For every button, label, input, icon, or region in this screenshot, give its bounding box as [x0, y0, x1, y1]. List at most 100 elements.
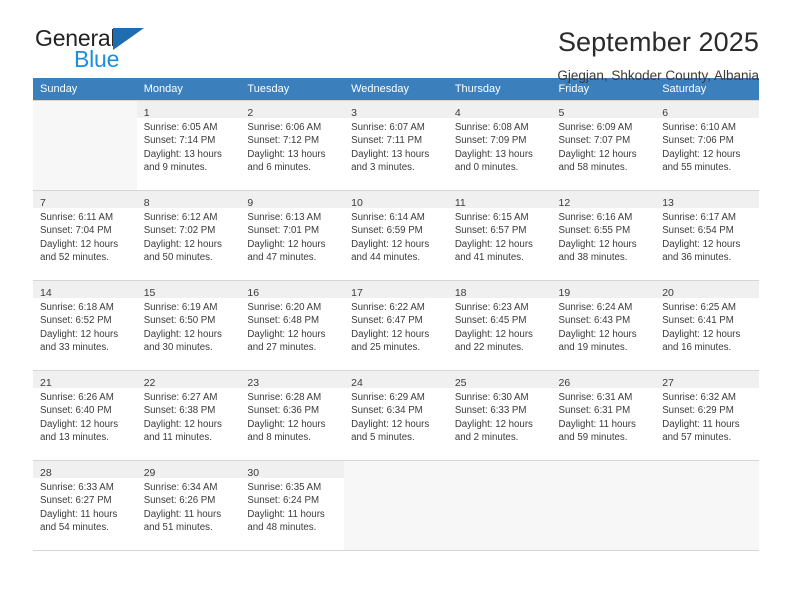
calendar-day-cell[interactable]: 20 Sunrise: 6:25 AM Sunset: 6:41 PM Dayligh… — [655, 280, 759, 371]
day-detail-list: Sunrise: 6:09 AM Sunset: 7:07 PM Daylight:… — [552, 118, 656, 175]
daylight-text-line1: Daylight: 12 hours — [454, 418, 533, 430]
daylight-text-line2: and 25 minutes. — [351, 342, 421, 354]
daylight-text-line2: and 19 minutes. — [558, 342, 628, 354]
day-number-bar: 15 — [136, 281, 241, 299]
calendar-day-cell[interactable]: 8 Sunrise: 6:12 AM Sunset: 7:02 PM Daylight… — [136, 190, 241, 281]
calendar-day-cell[interactable]: 21 Sunrise: 6:26 AM Sunset: 6:40 PM Dayligh… — [33, 370, 137, 461]
calendar-day-cell[interactable]: 7 Sunrise: 6:11 AM Sunset: 7:04 PM Daylight… — [33, 190, 137, 281]
calendar-body: 1 Sunrise: 6:05 AM Sunset: 7:14 PM Daylight… — [33, 100, 759, 551]
calendar-page: General Blue September 2025 Gjegjan, Shk… — [0, 0, 792, 612]
calendar-day-cell — [655, 460, 759, 551]
calendar-day-cell[interactable]: 27 Sunrise: 6:32 AM Sunset: 6:29 PM Dayligh… — [655, 370, 759, 461]
day-cell-blank — [447, 461, 552, 550]
daylight-text-line2: and 41 minutes. — [454, 252, 524, 264]
calendar-day-cell[interactable]: 6 Sunrise: 6:10 AM Sunset: 7:06 PM Daylight… — [655, 100, 759, 191]
calendar-day-cell[interactable]: 17 Sunrise: 6:22 AM Sunset: 6:47 PM Dayligh… — [344, 280, 448, 371]
daylight-text-line2: and 47 minutes. — [247, 252, 317, 264]
calendar-day-cell[interactable]: 5 Sunrise: 6:09 AM Sunset: 7:07 PM Daylight… — [551, 100, 656, 191]
daylight-text-line1: Daylight: 12 hours — [662, 328, 741, 340]
day-number: 29 — [143, 467, 156, 479]
day-detail-list: Sunrise: 6:26 AM Sunset: 6:40 PM Daylight:… — [33, 388, 137, 445]
page-header: General Blue September 2025 Gjegjan, Shk… — [33, 0, 759, 84]
daylight-text-line2: and 50 minutes. — [143, 252, 213, 264]
calendar-day-cell[interactable]: 19 Sunrise: 6:24 AM Sunset: 6:43 PM Dayligh… — [551, 280, 656, 371]
calendar-day-cell[interactable]: 4 Sunrise: 6:08 AM Sunset: 7:09 PM Daylight… — [447, 100, 552, 191]
sunset-text: Sunset: 7:01 PM — [247, 225, 320, 237]
daylight-text-line1: Daylight: 12 hours — [143, 238, 222, 250]
day-number: 9 — [247, 197, 254, 209]
day-number-bar: 25 — [447, 371, 552, 389]
sunset-text: Sunset: 6:48 PM — [247, 315, 320, 327]
sunrise-text: Sunrise: 6:05 AM — [143, 122, 218, 133]
calendar-day-cell[interactable]: 22 Sunrise: 6:27 AM Sunset: 6:38 PM Dayligh… — [136, 370, 241, 461]
day-detail-list: Sunrise: 6:20 AM Sunset: 6:48 PM Daylight:… — [240, 298, 344, 355]
calendar-day-cell[interactable]: 28 Sunrise: 6:33 AM Sunset: 6:27 PM Dayligh… — [33, 460, 137, 551]
sunrise-text: Sunrise: 6:30 AM — [454, 392, 529, 403]
sunrise-text: Sunrise: 6:06 AM — [247, 122, 322, 133]
daylight-text-line1: Daylight: 12 hours — [351, 418, 430, 430]
calendar-week-row: 14 Sunrise: 6:18 AM Sunset: 6:52 PM Dayligh… — [33, 280, 759, 371]
day-cell-content: 5 Sunrise: 6:09 AM Sunset: 7:07 PM Daylight… — [551, 101, 656, 190]
day-cell-content: 13 Sunrise: 6:17 AM Sunset: 6:54 PM Dayligh… — [655, 191, 759, 280]
day-detail-list: Sunrise: 6:12 AM Sunset: 7:02 PM Daylight:… — [137, 208, 241, 265]
calendar-day-cell[interactable]: 14 Sunrise: 6:18 AM Sunset: 6:52 PM Dayligh… — [33, 280, 137, 371]
daylight-text-line1: Daylight: 12 hours — [454, 328, 533, 340]
daylight-text-line2: and 57 minutes. — [662, 432, 732, 444]
day-number: 27 — [662, 377, 674, 389]
calendar-day-cell[interactable]: 1 Sunrise: 6:05 AM Sunset: 7:14 PM Daylight… — [136, 100, 241, 191]
calendar-day-cell[interactable]: 16 Sunrise: 6:20 AM Sunset: 6:48 PM Dayligh… — [240, 280, 345, 371]
calendar-day-cell[interactable]: 9 Sunrise: 6:13 AM Sunset: 7:01 PM Daylight… — [240, 190, 345, 281]
sunrise-text: Sunrise: 6:26 AM — [40, 392, 114, 403]
calendar-day-cell[interactable]: 2 Sunrise: 6:06 AM Sunset: 7:12 PM Daylight… — [240, 100, 345, 191]
calendar-day-cell[interactable]: 25 Sunrise: 6:30 AM Sunset: 6:33 PM Dayligh… — [447, 370, 552, 461]
day-detail-list: Sunrise: 6:25 AM Sunset: 6:41 PM Daylight:… — [655, 298, 759, 355]
day-cell-content: 1 Sunrise: 6:05 AM Sunset: 7:14 PM Daylight… — [136, 101, 241, 190]
calendar-day-cell[interactable]: 26 Sunrise: 6:31 AM Sunset: 6:31 PM Dayligh… — [551, 370, 656, 461]
calendar-day-cell[interactable]: 10 Sunrise: 6:14 AM Sunset: 6:59 PM Dayligh… — [344, 190, 448, 281]
day-cell-content: 11 Sunrise: 6:15 AM Sunset: 6:57 PM Dayligh… — [447, 191, 552, 280]
sunrise-text: Sunrise: 6:32 AM — [662, 392, 736, 403]
calendar-day-cell[interactable]: 11 Sunrise: 6:15 AM Sunset: 6:57 PM Dayligh… — [447, 190, 552, 281]
calendar-day-cell[interactable]: 29 Sunrise: 6:34 AM Sunset: 6:26 PM Dayligh… — [136, 460, 241, 551]
calendar-day-cell[interactable]: 13 Sunrise: 6:17 AM Sunset: 6:54 PM Dayligh… — [655, 190, 759, 281]
day-number: 30 — [247, 467, 260, 479]
sunrise-text: Sunrise: 6:28 AM — [247, 392, 322, 403]
day-number-bar: 7 — [33, 191, 137, 209]
day-cell-content: 6 Sunrise: 6:10 AM Sunset: 7:06 PM Daylight… — [655, 101, 759, 190]
daylight-text-line2: and 5 minutes. — [351, 432, 415, 444]
daylight-text-line1: Daylight: 12 hours — [40, 238, 119, 250]
daylight-text-line1: Daylight: 13 hours — [143, 148, 222, 160]
day-cell-blank — [551, 461, 656, 550]
calendar-day-cell[interactable]: 30 Sunrise: 6:35 AM Sunset: 6:24 PM Dayligh… — [240, 460, 345, 551]
day-number-bar: 26 — [551, 371, 656, 389]
daylight-text-line1: Daylight: 12 hours — [40, 328, 119, 340]
calendar-week-row: 1 Sunrise: 6:05 AM Sunset: 7:14 PM Daylight… — [33, 100, 759, 191]
calendar-day-cell[interactable]: 24 Sunrise: 6:29 AM Sunset: 6:34 PM Dayligh… — [344, 370, 448, 461]
day-cell-content: 22 Sunrise: 6:27 AM Sunset: 6:38 PM Dayligh… — [136, 371, 241, 460]
sunset-text: Sunset: 6:26 PM — [143, 495, 216, 507]
sunset-text: Sunset: 6:41 PM — [662, 315, 734, 327]
day-number: 19 — [558, 287, 571, 299]
day-number-bar: 11 — [447, 191, 552, 209]
sunrise-text: Sunrise: 6:10 AM — [662, 122, 736, 133]
sunset-text: Sunset: 7:09 PM — [454, 135, 527, 147]
sunset-text: Sunset: 6:55 PM — [558, 225, 631, 237]
page-title: September 2025 — [557, 27, 759, 57]
day-cell-content: 12 Sunrise: 6:16 AM Sunset: 6:55 PM Dayligh… — [551, 191, 656, 280]
sunrise-text: Sunrise: 6:24 AM — [558, 302, 633, 313]
day-number: 17 — [351, 287, 363, 299]
day-number: 20 — [662, 287, 674, 299]
calendar-day-cell[interactable]: 18 Sunrise: 6:23 AM Sunset: 6:45 PM Dayligh… — [447, 280, 552, 371]
day-number-bar: 4 — [447, 101, 552, 119]
daylight-text-line2: and 52 minutes. — [40, 252, 109, 264]
calendar-day-cell[interactable]: 12 Sunrise: 6:16 AM Sunset: 6:55 PM Dayligh… — [551, 190, 656, 281]
day-cell-content: 9 Sunrise: 6:13 AM Sunset: 7:01 PM Daylight… — [240, 191, 345, 280]
calendar-day-cell[interactable]: 23 Sunrise: 6:28 AM Sunset: 6:36 PM Dayligh… — [240, 370, 345, 461]
calendar-day-cell[interactable]: 3 Sunrise: 6:07 AM Sunset: 7:11 PM Daylight… — [344, 100, 448, 191]
calendar-day-cell[interactable]: 15 Sunrise: 6:19 AM Sunset: 6:50 PM Dayligh… — [136, 280, 241, 371]
day-number-bar: 29 — [136, 461, 241, 479]
day-cell-content: 21 Sunrise: 6:26 AM Sunset: 6:40 PM Dayligh… — [33, 371, 137, 460]
day-number-bar: 6 — [655, 101, 759, 119]
general-blue-logo[interactable]: General Blue — [33, 26, 205, 71]
sunset-text: Sunset: 6:34 PM — [351, 405, 423, 417]
